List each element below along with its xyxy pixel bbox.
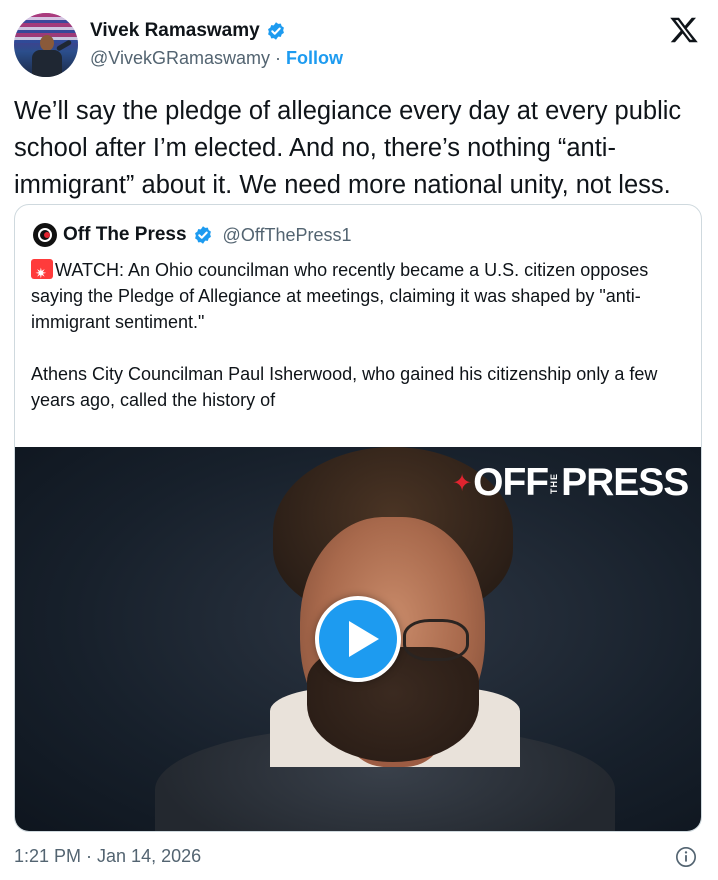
- siren-emoji-icon: [31, 259, 53, 286]
- follow-button[interactable]: Follow: [286, 48, 343, 68]
- avatar-body: [32, 50, 62, 77]
- logo-text-the: THE: [549, 472, 560, 494]
- logo-text-press: PRESS: [561, 461, 689, 504]
- tweet-timestamp[interactable]: 1:21 PM · Jan 14, 2026: [14, 846, 201, 867]
- quoted-tweet-text: WATCH: An Ohio councilman who recently b…: [31, 257, 681, 413]
- logo-text-off: OFF: [473, 461, 549, 504]
- quoted-text-paragraph-2: Athens City Councilman Paul Isherwood, w…: [31, 364, 658, 410]
- video-figure-glasses: [403, 619, 469, 661]
- flame-icon: ✦: [452, 469, 472, 497]
- quoted-tweet-card[interactable]: Off The Press @OffThePress1 WATCH: An Oh…: [14, 204, 702, 832]
- info-icon[interactable]: [675, 846, 697, 868]
- author-name[interactable]: Vivek Ramaswamy: [90, 20, 260, 42]
- author-handle-line: @VivekGRamaswamy · Follow: [90, 48, 343, 69]
- quoted-tweet-header: Off The Press @OffThePress1: [33, 223, 352, 247]
- video-watermark-logo: ✦ OFF THE PRESS: [452, 461, 689, 505]
- separator: ·: [275, 48, 281, 68]
- avatar-head: [40, 35, 54, 51]
- quoted-author-avatar[interactable]: [33, 223, 57, 247]
- author-name-row[interactable]: Vivek Ramaswamy: [90, 20, 286, 42]
- verified-badge-icon: [194, 226, 211, 244]
- author-handle[interactable]: @VivekGRamaswamy: [90, 48, 270, 68]
- quoted-author-handle[interactable]: @OffThePress1: [223, 225, 352, 246]
- tweet-text: We’ll say the pledge of allegiance every…: [14, 97, 682, 199]
- quoted-text-paragraph-1: WATCH: An Ohio councilman who recently b…: [31, 260, 649, 332]
- play-icon[interactable]: [315, 596, 401, 682]
- quoted-author-name[interactable]: Off The Press: [63, 224, 187, 246]
- author-avatar[interactable]: [14, 13, 78, 77]
- video-player[interactable]: ✦ OFF THE PRESS: [15, 447, 701, 831]
- x-logo-icon[interactable]: [668, 15, 700, 45]
- verified-badge-icon: [267, 22, 284, 40]
